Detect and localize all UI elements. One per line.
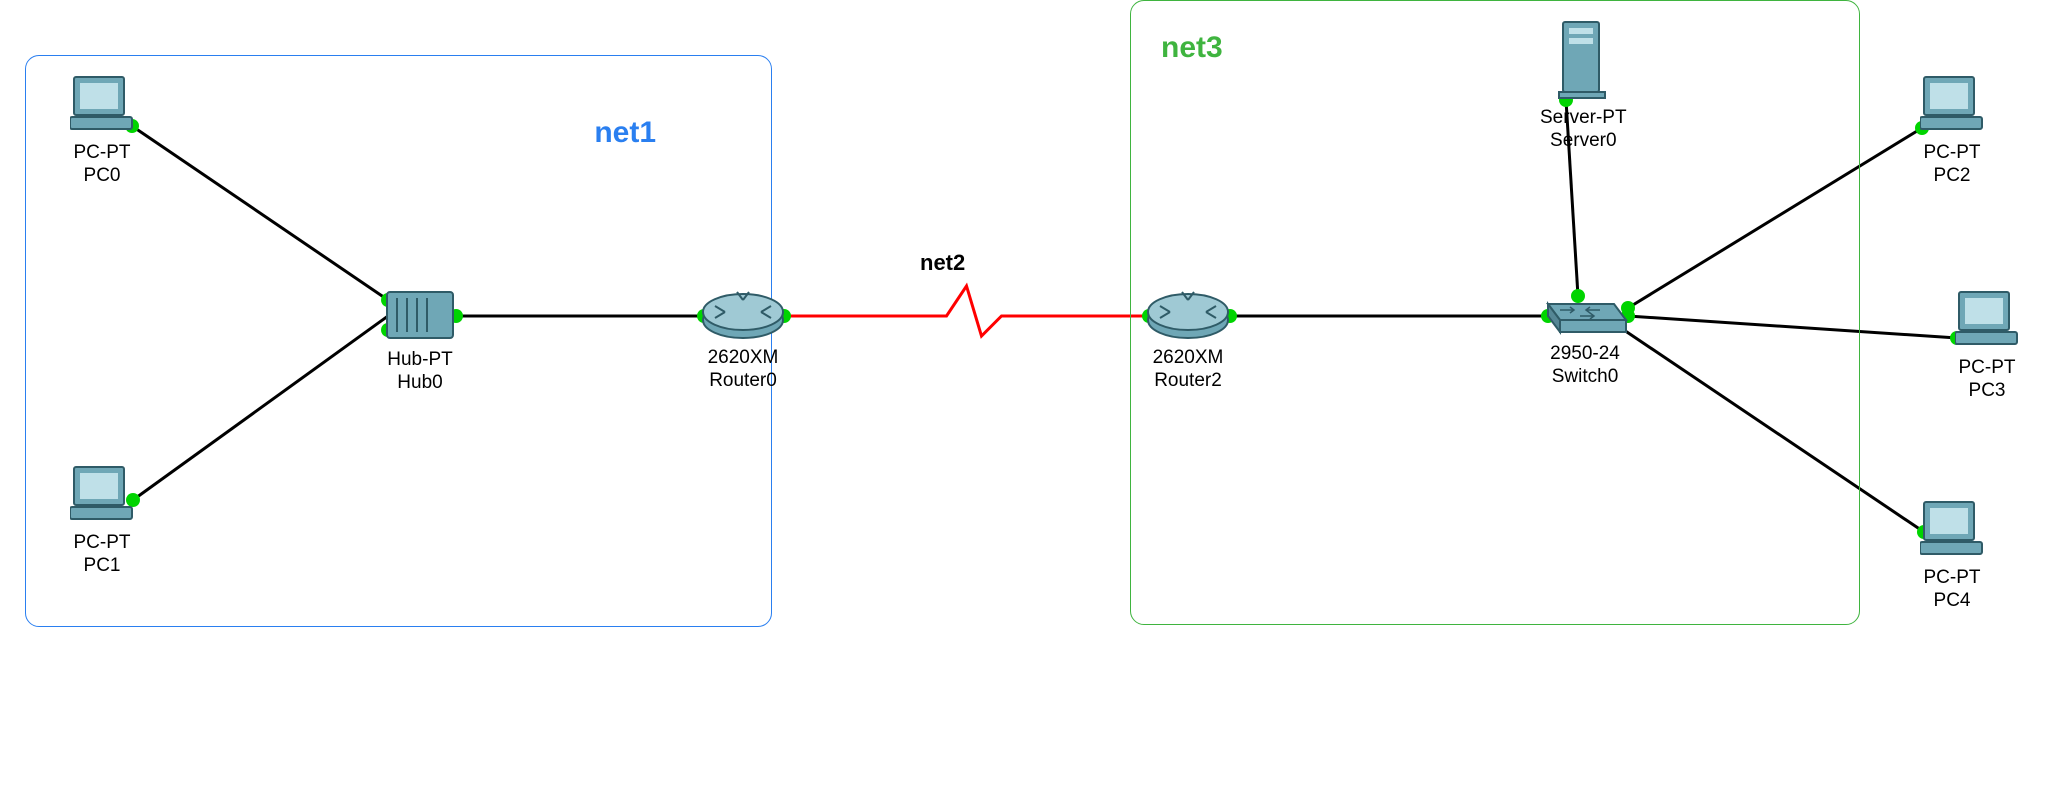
node-pc2[interactable]: PC-PT PC2 [1920, 75, 1984, 187]
node-pc4-label: PC4 [1920, 590, 1984, 613]
pc-icon [70, 75, 134, 135]
node-switch0[interactable]: 2950-24 Switch0 [1540, 290, 1630, 388]
node-hub0[interactable]: Hub-PT Hub0 [385, 290, 455, 394]
node-router2-label: Router2 [1145, 370, 1231, 393]
label-net2: net2 [920, 250, 965, 276]
node-server0[interactable]: Server-PT Server0 [1540, 20, 1627, 152]
node-pc2-label: PC2 [1920, 165, 1984, 188]
switch-icon [1540, 290, 1630, 336]
node-router0-label: Router0 [700, 370, 786, 393]
server-icon [1557, 20, 1609, 100]
pc-icon [70, 465, 134, 525]
node-pc3-label: PC3 [1955, 380, 2019, 403]
node-pc4-type: PC-PT [1920, 567, 1984, 590]
node-router2-type: 2620XM [1145, 347, 1231, 370]
node-pc1-label: PC1 [70, 555, 134, 578]
node-pc3-type: PC-PT [1955, 357, 2019, 380]
pc-icon [1920, 75, 1984, 135]
region-net3-title: net3 [1161, 31, 1223, 65]
node-router2[interactable]: 2620XM Router2 [1145, 290, 1231, 392]
hub-icon [385, 290, 455, 342]
node-switch0-type: 2950-24 [1540, 343, 1630, 366]
node-pc2-type: PC-PT [1920, 142, 1984, 165]
node-pc1-type: PC-PT [70, 532, 134, 555]
pc-icon [1955, 290, 2019, 350]
node-hub0-label: Hub0 [385, 372, 455, 395]
region-net1-title: net1 [594, 116, 656, 150]
pc-icon [1920, 500, 1984, 560]
node-switch0-label: Switch0 [1540, 366, 1630, 389]
node-pc0[interactable]: PC-PT PC0 [70, 75, 134, 187]
router-icon [1145, 290, 1231, 340]
node-router0-type: 2620XM [700, 347, 786, 370]
topology-canvas: { "regions": { "net1": { "title": "net1"… [0, 0, 2048, 800]
node-server0-type: Server-PT [1540, 107, 1627, 130]
node-pc3[interactable]: PC-PT PC3 [1955, 290, 2019, 402]
node-pc1[interactable]: PC-PT PC1 [70, 465, 134, 577]
node-hub0-type: Hub-PT [385, 349, 455, 372]
node-pc0-type: PC-PT [70, 142, 134, 165]
node-pc4[interactable]: PC-PT PC4 [1920, 500, 1984, 612]
node-pc0-label: PC0 [70, 165, 134, 188]
node-server0-label: Server0 [1540, 130, 1627, 153]
region-net3: net3 [1130, 0, 1860, 625]
node-router0[interactable]: 2620XM Router0 [700, 290, 786, 392]
router-icon [700, 290, 786, 340]
